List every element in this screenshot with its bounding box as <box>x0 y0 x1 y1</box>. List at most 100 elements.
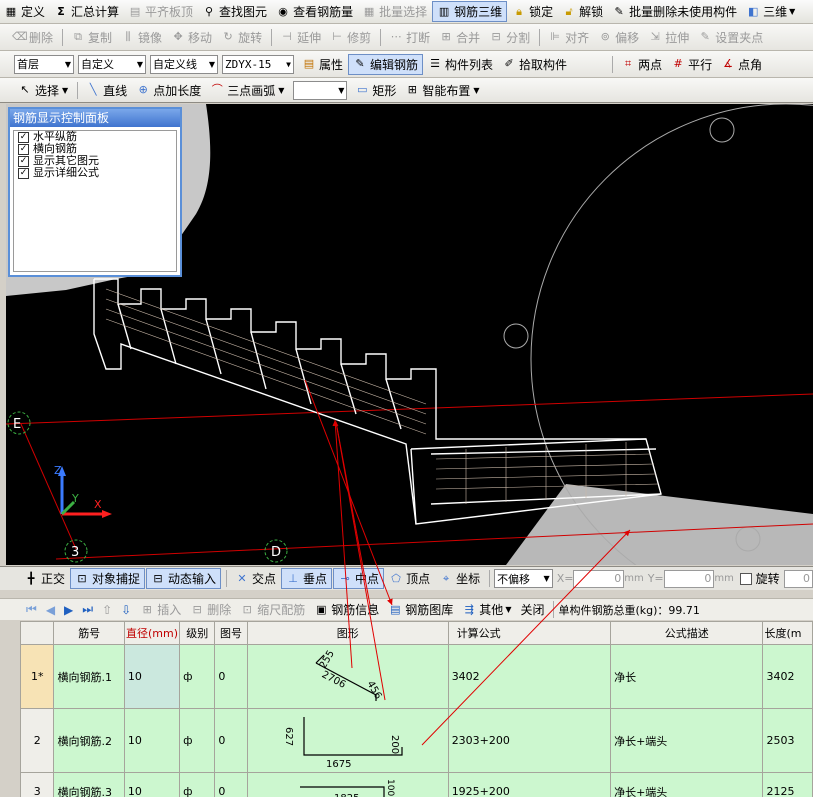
cell-diameter[interactable]: 10 <box>123 772 181 797</box>
trim-button[interactable]: ⊢ 修剪 <box>326 27 375 48</box>
cell-description[interactable]: 净长+端头 <box>610 772 764 797</box>
column-header[interactable]: 筋号 <box>53 621 125 645</box>
rebar-info-button[interactable]: ▣ 钢筋信息 <box>310 599 383 620</box>
column-header[interactable]: 计算公式 <box>447 621 612 645</box>
delete-button[interactable]: ⌫ 删除 <box>8 27 57 48</box>
cell-figure-no[interactable]: 0 <box>214 708 248 773</box>
view-rebar-qty-button[interactable]: ◉ 查看钢筋量 <box>272 1 357 22</box>
floor-select[interactable]: 首层 ▼ <box>14 54 74 74</box>
cell-grade[interactable]: ф <box>179 708 216 773</box>
define-button[interactable]: ▦ 定义 <box>0 1 49 22</box>
set-grip-button[interactable]: ✎ 设置夹点 <box>694 27 767 48</box>
line-button[interactable]: ╲ 直线 <box>82 80 131 101</box>
cell-formula[interactable]: 1925+200 <box>447 772 612 797</box>
point-angle-button[interactable]: ∡ 点角 <box>717 54 766 75</box>
rectangle-button[interactable]: ▭ 矩形 <box>351 80 400 101</box>
smart-layout-button[interactable]: ⊞ 智能布置 ▼ <box>401 80 483 101</box>
extend-button[interactable]: ⊣ 延伸 <box>276 27 325 48</box>
pick-element-button[interactable]: ✐ 拾取构件 <box>498 54 571 75</box>
cell-name[interactable]: 横向钢筋.3 <box>53 772 125 797</box>
move-down-button[interactable]: ⇩ <box>117 599 135 620</box>
properties-button[interactable]: ▤ 属性 <box>298 54 347 75</box>
intersection-snap-button[interactable]: ✕ 交点 <box>231 568 280 589</box>
cell-shape[interactable]: 1825 100 <box>246 772 449 797</box>
rebar-library-button[interactable]: ▤ 钢筋图库 <box>384 599 457 620</box>
element-list-button[interactable]: ☰ 构件列表 <box>424 54 497 75</box>
next-record-button[interactable]: ▶ <box>60 599 77 620</box>
vertex-snap-button[interactable]: ⬠ 顶点 <box>385 568 434 589</box>
cell-formula[interactable]: 3402 <box>447 644 612 709</box>
rotate-input[interactable]: 0 <box>783 569 813 588</box>
find-element-button[interactable]: ⚲ 查找图元 <box>198 1 271 22</box>
delete-row-button[interactable]: ⊟ 删除 <box>186 599 235 620</box>
other-dropdown[interactable]: ⇶ 其他 ▼ <box>458 599 515 620</box>
cell-diameter[interactable]: 10 <box>123 708 181 773</box>
batch-select-button[interactable]: ▦ 批量选择 <box>358 1 431 22</box>
scale-rebar-button[interactable]: ⊡ 缩尺配筋 <box>236 599 309 620</box>
unlock-button[interactable]: 🔓︎ 解锁 <box>558 1 607 22</box>
dynamic-input-button[interactable]: ⊟ 动态输入 <box>146 568 222 589</box>
prev-record-button[interactable]: ◀ <box>42 599 59 620</box>
cell-shape[interactable]: 627 1675 200 <box>246 708 449 773</box>
last-record-button[interactable]: ⏭︎ <box>78 599 97 620</box>
shape-select[interactable]: ▼ <box>293 80 348 100</box>
close-grid-button[interactable]: 关闭 <box>516 599 548 620</box>
table-row[interactable]: 3 横向钢筋.3 10 ф 0 1825 100 1925+200 净长+端头 … <box>20 772 813 797</box>
cell-figure-no[interactable]: 0 <box>214 644 248 709</box>
cell-diameter[interactable]: 10 <box>123 644 181 709</box>
cell-formula[interactable]: 2303+200 <box>447 708 612 773</box>
move-up-button[interactable]: ⇧ <box>98 599 116 620</box>
column-header[interactable]: 图号 <box>214 621 248 645</box>
cell-grade[interactable]: ф <box>179 644 216 709</box>
column-header[interactable]: 公式描述 <box>610 621 764 645</box>
stretch-button[interactable]: ⇲ 拉伸 <box>644 27 693 48</box>
checkbox-checked-icon[interactable]: ✓ <box>18 131 29 143</box>
edit-rebar-button[interactable]: ✎ 编辑钢筋 <box>348 53 424 75</box>
insert-button[interactable]: ⊞ 插入 <box>136 599 185 620</box>
option-show-detailed-formula[interactable]: ✓ 显示详细公式 <box>14 167 176 179</box>
checkbox-checked-icon[interactable]: ✓ <box>18 143 29 155</box>
summary-calc-button[interactable]: Σ 汇总计算 <box>50 1 123 22</box>
object-snap-button[interactable]: ⊡ 对象捕捉 <box>70 568 146 589</box>
y-coord-input[interactable]: 0 <box>663 569 715 588</box>
three-point-arc-button[interactable]: ⌒ 三点画弧 ▼ <box>206 80 288 101</box>
x-coord-input[interactable]: 0 <box>573 569 625 588</box>
cell-length[interactable]: 3402 <box>762 644 813 709</box>
offset-select[interactable]: 不偏移 ▼ <box>494 569 553 588</box>
subtype-select[interactable]: 自定义线 ▼ <box>150 54 218 74</box>
three-d-dropdown[interactable]: ◧ 三维 ▼ <box>742 1 799 22</box>
midpoint-snap-button[interactable]: ⊸ 中点 <box>333 568 385 589</box>
element-select[interactable]: ZDYX-15 ▼ <box>222 54 294 74</box>
two-point-button[interactable]: ⌗ 两点 <box>617 54 666 75</box>
table-row[interactable]: 2 横向钢筋.2 10 ф 0 627 1675 200 2303+200 净长… <box>20 708 813 773</box>
cell-name[interactable]: 横向钢筋.1 <box>53 644 125 709</box>
cell-name[interactable]: 横向钢筋.2 <box>53 708 125 773</box>
type-select[interactable]: 自定义 ▼ <box>78 54 146 74</box>
copy-button[interactable]: ⧉ 复制 <box>67 27 116 48</box>
column-header[interactable]: 级别 <box>179 621 216 645</box>
cell-shape[interactable]: 255 2706 456 <box>246 644 449 709</box>
split-button[interactable]: ⊟ 分割 <box>485 27 534 48</box>
ortho-button[interactable]: ╋ 正交 <box>20 568 69 589</box>
cell-length[interactable]: 2503 <box>762 708 813 773</box>
cell-figure-no[interactable]: 0 <box>214 772 248 797</box>
align-dropdown[interactable]: ⊫ 对齐 <box>544 27 593 48</box>
checkbox-checked-icon[interactable]: ✓ <box>18 167 29 179</box>
cell-description[interactable]: 净长+端头 <box>610 708 764 773</box>
mirror-button[interactable]: ⫼ 镜像 <box>117 27 166 48</box>
first-record-button[interactable]: ⏮︎ <box>22 599 41 620</box>
move-button[interactable]: ✥ 移动 <box>167 27 216 48</box>
parallel-button[interactable]: # 平行 <box>667 54 716 75</box>
column-header[interactable]: 长度(m <box>762 621 813 645</box>
cell-grade[interactable]: ф <box>179 772 216 797</box>
offset-button[interactable]: ⊚ 偏移 <box>594 27 643 48</box>
batch-delete-unused-button[interactable]: ✎ 批量删除未使用构件 <box>608 1 741 22</box>
point-length-button[interactable]: ⊕ 点加长度 <box>132 80 205 101</box>
merge-button[interactable]: ⊞ 合并 <box>435 27 484 48</box>
cell-length[interactable]: 2125 <box>762 772 813 797</box>
rebar-3d-button[interactable]: ▥ 钢筋三维 <box>432 1 508 22</box>
align-slab-top-button[interactable]: ▤ 平齐板顶 <box>124 1 197 22</box>
perpendicular-snap-button[interactable]: ⊥ 垂点 <box>281 568 333 589</box>
select-button[interactable]: ↖ 选择 ▼ <box>14 80 72 101</box>
break-button[interactable]: ⋯ 打断 <box>385 27 434 48</box>
